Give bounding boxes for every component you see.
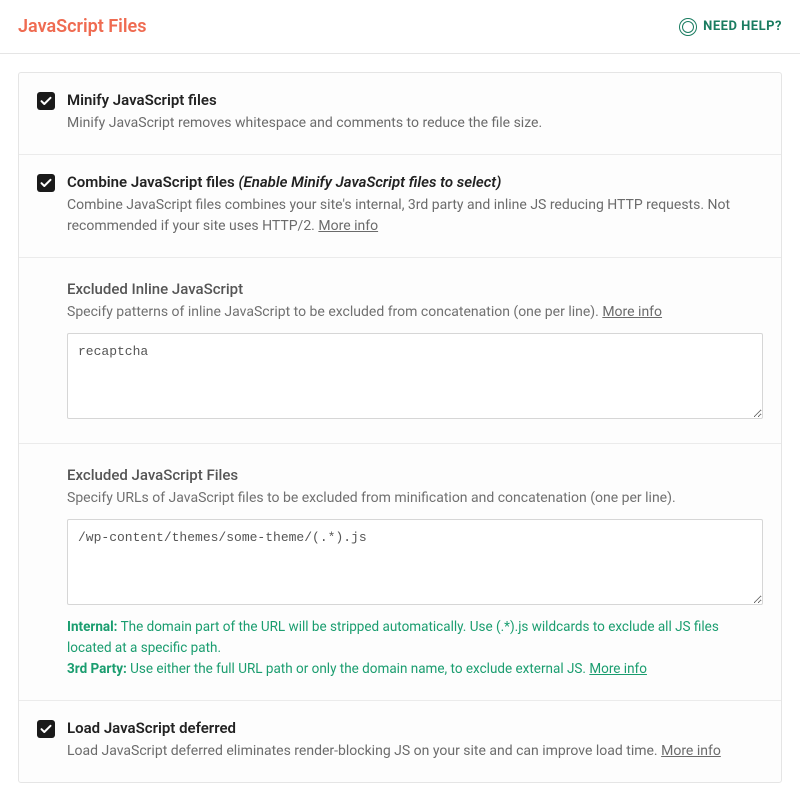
excluded-files-section: Excluded JavaScript Files Specify URLs o… (19, 444, 781, 701)
excluded-files-desc: Specify URLs of JavaScript files to be e… (67, 488, 763, 509)
deferred-desc-text: Load JavaScript deferred eliminates rend… (67, 743, 658, 759)
hint-internal-text: The domain part of the URL will be strip… (67, 619, 719, 656)
hint-internal-label: Internal: (67, 619, 118, 635)
excluded-files-hints: Internal: The domain part of the URL wil… (67, 617, 763, 680)
combine-desc-text: Combine JavaScript files combines your s… (67, 197, 730, 234)
check-icon (40, 177, 52, 189)
combine-option: Combine JavaScript files (Enable Minify … (19, 155, 781, 258)
hint-3rd-party-text: Use either the full URL path or only the… (127, 661, 586, 677)
excluded-files-title: Excluded JavaScript Files (67, 466, 763, 484)
combine-desc: Combine JavaScript files combines your s… (67, 195, 763, 237)
check-icon (40, 95, 52, 107)
excluded-inline-more-info-link[interactable]: More info (602, 304, 662, 320)
excluded-files-textarea[interactable] (67, 519, 763, 605)
deferred-more-info-link[interactable]: More info (661, 743, 721, 759)
excluded-inline-section: Excluded Inline JavaScript Specify patte… (19, 258, 781, 444)
combine-more-info-link[interactable]: More info (318, 218, 378, 234)
page-header: JavaScript Files NEED HELP? (0, 0, 800, 54)
minify-desc: Minify JavaScript removes whitespace and… (67, 113, 763, 134)
combine-title: Combine JavaScript files (Enable Minify … (67, 173, 763, 191)
settings-panel: Minify JavaScript files Minify JavaScrip… (18, 72, 782, 783)
excluded-inline-textarea[interactable] (67, 333, 763, 419)
check-icon (40, 723, 52, 735)
combine-hint: (Enable Minify JavaScript files to selec… (238, 173, 501, 191)
page-title: JavaScript Files (18, 16, 146, 37)
combine-title-text: Combine JavaScript files (67, 173, 235, 191)
hint-3rd-party-label: 3rd Party: (67, 661, 127, 677)
minify-title: Minify JavaScript files (67, 91, 763, 109)
minify-option: Minify JavaScript files Minify JavaScrip… (19, 73, 781, 155)
excluded-inline-desc-text: Specify patterns of inline JavaScript to… (67, 304, 599, 320)
excluded-inline-desc: Specify patterns of inline JavaScript to… (67, 302, 763, 323)
excluded-inline-title: Excluded Inline JavaScript (67, 280, 763, 298)
need-help-link[interactable]: NEED HELP? (679, 18, 782, 36)
excluded-files-more-info-link[interactable]: More info (589, 661, 647, 677)
help-icon (679, 18, 697, 36)
deferred-checkbox[interactable] (37, 720, 55, 738)
minify-checkbox[interactable] (37, 92, 55, 110)
deferred-option: Load JavaScript deferred Load JavaScript… (19, 701, 781, 782)
help-label: NEED HELP? (703, 19, 782, 34)
deferred-title: Load JavaScript deferred (67, 719, 763, 737)
deferred-desc: Load JavaScript deferred eliminates rend… (67, 741, 763, 762)
combine-checkbox[interactable] (37, 174, 55, 192)
